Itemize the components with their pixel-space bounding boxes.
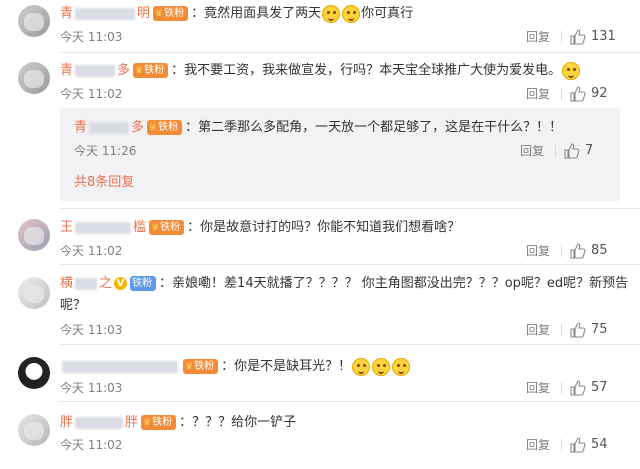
reply-button[interactable]: 回复 [526, 320, 550, 340]
reply-button[interactable]: 回复 [526, 27, 550, 47]
like-count: 131 [591, 29, 616, 44]
thumbs-up-icon [570, 322, 586, 338]
divider [561, 245, 562, 257]
like-count: 54 [591, 437, 608, 452]
comment-text: ？？？给你一铲子 [192, 415, 297, 430]
fan-badge: ♛铁粉 [153, 6, 189, 21]
thumbs-up-icon [570, 29, 586, 45]
comment-line: 青多 ♛铁粉 ：第二季那么多配角，一天放一个都足够了，这是在干什么？！！ [74, 120, 563, 135]
comment-actions: 回复 92 [526, 84, 626, 104]
angry-emoji [352, 357, 371, 376]
username[interactable]: 青明 [60, 6, 150, 21]
comment-line: 王槛 ♛铁粉 ：你是故意讨打的吗？你能不知道我们想看啥？ [60, 220, 461, 235]
divider [60, 52, 640, 53]
timestamp: 今天 11:02 [60, 87, 123, 101]
reply-button[interactable]: 回复 [526, 84, 550, 104]
reply-button[interactable]: 回复 [526, 435, 550, 455]
comment-text: 亲娘嘞！差14天就播了？？？？ 你主角图都没出完？？？op呢？ed呢？新预告 [172, 276, 629, 291]
comment-actions: 回复 57 [526, 378, 626, 398]
smiley-emoji [342, 4, 361, 23]
comment-actions: 回复 131 [526, 27, 626, 47]
comment-line: ♛铁粉 ：你是不是缺耳光？！ [60, 357, 411, 377]
divider [561, 31, 562, 43]
like-count: 75 [591, 322, 608, 337]
avatar[interactable] [18, 62, 50, 94]
divider [561, 439, 562, 451]
comment-line: 横之 V 铁粉 ：亲娘嘞！差14天就播了？？？？ 你主角图都没出完？？？op呢？ed呢… [60, 276, 629, 291]
like-count: 92 [591, 86, 608, 101]
comment-line: 青明 ♛铁粉 ：竟然用面具发了两天 你可真行 [60, 4, 414, 23]
thumbs-up-icon [564, 143, 580, 159]
comment-line: 胖胖 ♛铁粉 ：？？？给你一铲子 [60, 415, 297, 430]
timestamp: 今天 11:02 [60, 244, 123, 258]
smiley-emoji [562, 61, 581, 80]
divider [555, 145, 556, 157]
reply-button[interactable]: 回复 [526, 241, 550, 261]
more-replies-link[interactable]: 共8条回复 [74, 174, 134, 192]
thumbs-up-icon [570, 437, 586, 453]
comment-text: 呢？ [60, 298, 87, 313]
comment-actions: 回复 85 [526, 241, 626, 261]
avatar[interactable] [18, 357, 50, 389]
username[interactable]: 王槛 [60, 220, 146, 235]
thumbs-up-icon [570, 243, 586, 259]
comment-text: 第二季那么多配角，一天放一个都足够了，这是在干什么？！！ [198, 120, 563, 135]
like-count: 85 [591, 243, 608, 258]
like-count: 7 [585, 143, 594, 158]
comment-actions: 回复 7 [520, 141, 620, 161]
fan-badge: 铁粉 [130, 276, 157, 291]
username[interactable]: 青多 [60, 63, 130, 78]
username[interactable]: 胖胖 [60, 415, 138, 430]
avatar[interactable] [18, 5, 50, 37]
comment-text: 我不要工资，我来做宣发，行吗？本天宝全球推广大使为爱发电。 [184, 63, 562, 78]
timestamp: 今天 11:03 [60, 323, 123, 337]
timestamp: 今天 11:26 [74, 144, 137, 158]
fan-badge: ♛铁粉 [149, 220, 185, 235]
avatar[interactable] [18, 219, 50, 251]
divider [561, 382, 562, 394]
reply-button[interactable]: 回复 [520, 141, 544, 161]
fan-badge: ♛铁粉 [141, 415, 177, 430]
thumbs-up-icon [570, 380, 586, 396]
fan-badge: ♛铁粉 [147, 120, 183, 135]
comment-line: 呢？ [60, 296, 86, 316]
reply-thread: 青多 ♛铁粉 ：第二季那么多配角，一天放一个都足够了，这是在干什么？！！ 今天 11… [60, 108, 620, 201]
verified-icon: V [114, 277, 128, 290]
timestamp: 今天 11:03 [60, 30, 123, 44]
divider [60, 344, 640, 345]
username[interactable]: 青多 [74, 120, 144, 135]
divider [561, 88, 562, 100]
fan-badge: ♛铁粉 [133, 63, 169, 78]
fan-badge: ♛铁粉 [183, 359, 219, 374]
username[interactable]: 横之 [60, 276, 112, 291]
comment-actions: 回复 75 [526, 320, 626, 340]
comment-text: 你可真行 [361, 6, 414, 21]
divider [60, 208, 640, 209]
like-count: 57 [591, 380, 608, 395]
thumbs-up-icon [570, 86, 586, 102]
divider [60, 401, 640, 402]
username[interactable] [60, 359, 180, 374]
angry-emoji [372, 357, 391, 376]
comment-text: 你是故意讨打的吗？你能不知道我们想看啥？ [200, 220, 461, 235]
comment-text: 你是不是缺耳光？！ [234, 359, 352, 374]
comment-text: 竟然用面具发了两天 [204, 6, 322, 21]
comment-actions: 回复 54 [526, 435, 626, 455]
comment-line: 青多 ♛铁粉 ：我不要工资，我来做宣发，行吗？本天宝全球推广大使为爱发电。 [60, 61, 581, 81]
timestamp: 今天 11:03 [60, 381, 123, 395]
timestamp: 今天 11:02 [60, 438, 123, 452]
avatar[interactable] [18, 414, 50, 446]
avatar[interactable] [18, 277, 50, 309]
smiley-emoji [322, 4, 341, 23]
divider [561, 324, 562, 336]
angry-emoji [392, 357, 411, 376]
reply-button[interactable]: 回复 [526, 378, 550, 398]
divider [60, 264, 640, 265]
